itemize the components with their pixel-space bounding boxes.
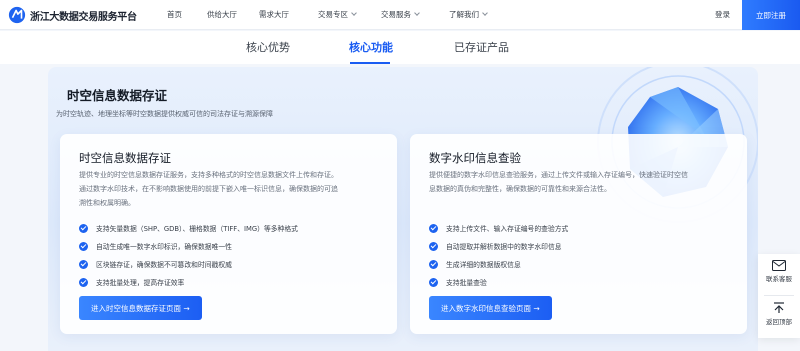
feature-card-storage: 时空信息数据存证 提供专业的时空信息数据存证服务，支持多种格式的时空信息数据文件… — [60, 134, 397, 334]
check-circle-icon — [79, 223, 88, 233]
brand-name: 浙江大数据交易服务平台 — [30, 11, 137, 23]
feature-text: 生成详细的数据版权信息 — [446, 261, 521, 269]
contact-support-label: 联系客服 — [766, 275, 792, 283]
brand-logo-icon — [8, 6, 26, 24]
feature-text: 自动生成唯一数字水印标识，确保数据唯一性 — [96, 243, 232, 251]
feature-text: 支持批量查验 — [446, 279, 487, 287]
section-tabs: 核心优势 核心功能 已存证产品 — [0, 31, 800, 64]
tab-core-advantages[interactable]: 核心优势 — [246, 39, 290, 55]
tab-core-functions[interactable]: 核心功能 — [349, 39, 393, 55]
feature-text: 支持矢量数据（SHP、GDB）、栅格数据（TIFF、IMG）等多种格式 — [96, 225, 298, 233]
login-link[interactable]: 登录 — [715, 9, 730, 20]
divider — [764, 295, 794, 296]
nav-supply-hall-label: 供给大厅 — [207, 10, 237, 19]
back-to-top-label: 返回顶部 — [766, 318, 792, 326]
feature-card-verification: 数字水印信息查验 提供便捷的数字水印信息查验服务，通过上传文件或输入存证编号，快… — [410, 134, 747, 334]
mail-icon — [772, 260, 786, 271]
nav-about-us[interactable]: 了解我们 — [449, 9, 488, 20]
hero-title: 时空信息数据存证 — [67, 88, 168, 103]
contact-support-button[interactable]: 联系客服 — [758, 260, 800, 283]
feature-item: 自动提取并解析数据中的数字水印信息 — [429, 240, 562, 252]
feature-item: 支持矢量数据（SHP、GDB）、栅格数据（TIFF、IMG）等多种格式 — [79, 222, 298, 234]
check-circle-icon — [429, 259, 438, 269]
tab-certified-products[interactable]: 已存证产品 — [454, 39, 509, 55]
nav-trade-service[interactable]: 交易服务 — [381, 9, 420, 20]
register-button[interactable]: 立即注册 — [742, 0, 800, 30]
card-description: 提供专业的时空信息数据存证服务，支持多种格式的时空信息数据文件上传和存证。通过数… — [79, 171, 338, 207]
check-circle-icon — [79, 241, 88, 251]
enter-storage-page-button[interactable]: 进入时空信息数据存证页面 → — [79, 296, 202, 320]
nav-demand-hall[interactable]: 需求大厅 — [259, 9, 289, 20]
check-circle-icon — [79, 277, 88, 287]
nav-supply-hall[interactable]: 供给大厅 — [207, 9, 237, 20]
chevron-down-icon — [414, 10, 420, 16]
back-to-top-button[interactable]: 返回顶部 — [758, 302, 800, 326]
card-title: 时空信息数据存证 — [79, 151, 171, 165]
card-title: 数字水印信息查验 — [429, 151, 521, 165]
feature-item: 支持上传文件、输入存证编号的查验方式 — [429, 222, 568, 234]
feature-item: 支持批量处理，提高存证效率 — [79, 276, 184, 288]
top-navbar: 浙江大数据交易服务平台 首页 供给大厅 需求大厅 交易专区 交易服务 了解我们 … — [0, 0, 800, 30]
check-circle-icon — [429, 223, 438, 233]
feature-text: 支持批量处理，提高存证效率 — [96, 279, 185, 287]
floating-side-widget: 联系客服 返回顶部 — [758, 254, 800, 338]
check-circle-icon — [79, 259, 88, 269]
brand-logo[interactable]: 浙江大数据交易服务平台 — [8, 6, 137, 24]
nav-about-us-label: 了解我们 — [449, 10, 479, 19]
nav-home[interactable]: 首页 — [167, 9, 182, 20]
feature-text: 自动提取并解析数据中的数字水印信息 — [446, 243, 562, 251]
nav-trade-service-label: 交易服务 — [381, 10, 411, 19]
nav-demand-hall-label: 需求大厅 — [259, 10, 289, 19]
chevron-down-icon — [351, 10, 357, 16]
hero-subtitle: 为时空轨迹、地理坐标等时空数据提供权威可信的司法存证与溯源保障 — [56, 110, 273, 118]
feature-item: 自动生成唯一数字水印标识，确保数据唯一性 — [79, 240, 232, 252]
nav-home-label: 首页 — [167, 10, 182, 19]
nav-trade-zone-label: 交易专区 — [318, 10, 348, 19]
back-to-top-icon — [774, 302, 784, 313]
card-description: 提供便捷的数字水印信息查验服务，通过上传文件或输入存证编号，快速验证时空信息数据… — [429, 171, 688, 193]
active-tab-indicator — [350, 62, 390, 64]
feature-item: 区块链存证，确保数据不可篡改和时间戳权威 — [79, 258, 232, 270]
feature-text: 区块链存证，确保数据不可篡改和时间戳权威 — [96, 261, 232, 269]
feature-text: 支持上传文件、输入存证编号的查验方式 — [446, 225, 569, 233]
check-circle-icon — [429, 277, 438, 287]
feature-item: 生成详细的数据版权信息 — [429, 258, 521, 270]
chevron-down-icon — [482, 10, 488, 16]
hero-banner: 时空信息数据存证 为时空轨迹、地理坐标等时空数据提供权威可信的司法存证与溯源保障… — [48, 67, 758, 351]
nav-trade-zone[interactable]: 交易专区 — [318, 9, 357, 20]
enter-verification-page-button[interactable]: 进入数字水印信息查验页面 → — [429, 296, 552, 320]
check-circle-icon — [429, 241, 438, 251]
feature-item: 支持批量查验 — [429, 276, 487, 288]
